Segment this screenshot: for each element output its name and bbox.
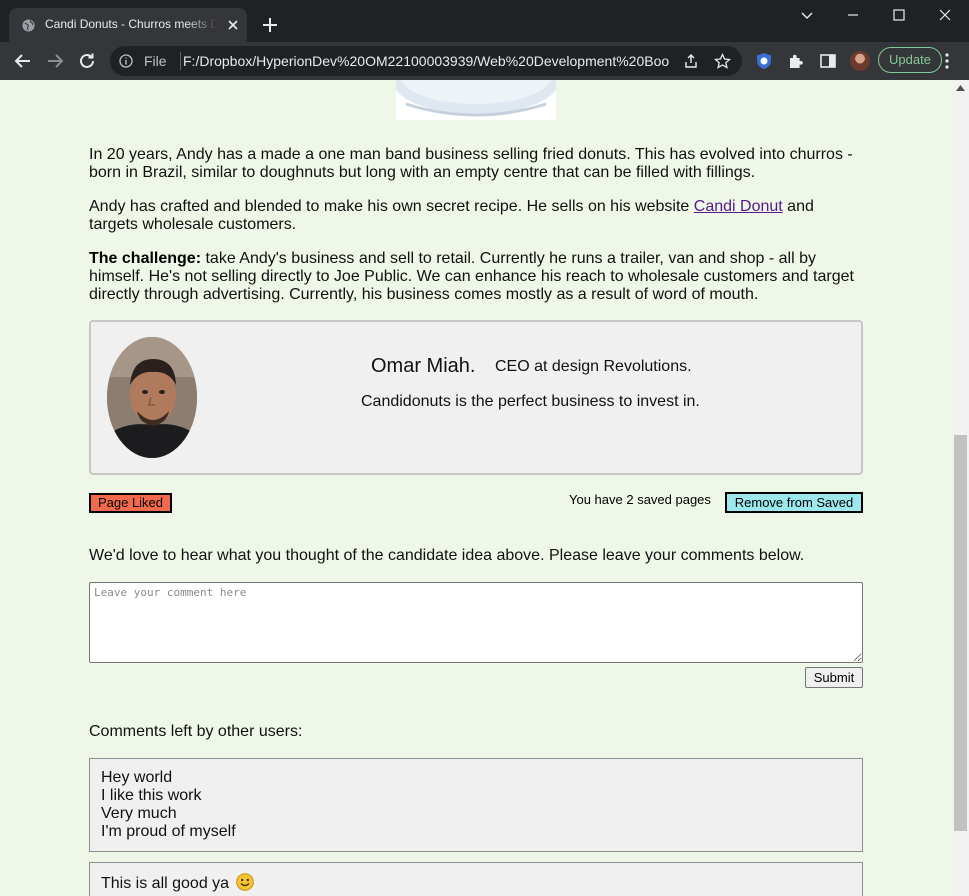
globe-icon — [22, 19, 35, 32]
testimonial-quote: Candidonuts is the perfect business to i… — [361, 393, 700, 410]
bookmark-star-icon[interactable] — [714, 53, 731, 70]
back-arrow-icon[interactable] — [13, 51, 33, 71]
maximize-icon[interactable] — [892, 8, 906, 22]
window-close-icon[interactable] — [938, 8, 952, 22]
comments-heading: Comments left by other users: — [89, 723, 303, 740]
product-image — [396, 80, 556, 120]
minimize-icon[interactable] — [846, 8, 860, 22]
comment-prompt: We'd love to hear what you thought of th… — [89, 547, 805, 564]
browser-toolbar: File F:/Dropbox/HyperionDev%20OM22100003… — [0, 42, 969, 80]
forward-arrow-icon[interactable] — [45, 51, 65, 71]
extension-shield-icon[interactable] — [755, 52, 773, 70]
tab-strip: Candi Donuts - Churros meets Donuts — [0, 0, 969, 42]
testimonial-name: Omar Miah. — [371, 355, 476, 377]
candi-donut-link[interactable]: Candi Donut — [694, 198, 783, 215]
browser-tab[interactable]: Candi Donuts - Churros meets Donuts — [9, 8, 247, 42]
address-bar[interactable]: File F:/Dropbox/HyperionDev%20OM22100003… — [110, 46, 742, 76]
avatar — [107, 337, 197, 458]
page-scrollbar[interactable] — [952, 80, 969, 896]
new-tab-icon[interactable] — [261, 16, 279, 34]
update-button[interactable]: Update — [878, 47, 942, 73]
scrollbar-thumb[interactable] — [954, 435, 967, 831]
reload-icon[interactable] — [77, 51, 97, 71]
comment-line: I'm proud of myself — [101, 823, 236, 840]
comment-line: Hey world — [101, 769, 173, 786]
challenge-text: take Andy's business and sell to retail.… — [89, 250, 854, 303]
page-liked-button[interactable]: Page Liked — [89, 493, 172, 513]
close-tab-icon[interactable] — [225, 17, 241, 33]
testimonial-card: Omar Miah. CEO at design Revolutions. Ca… — [89, 320, 863, 475]
testimonial-role: CEO at design Revolutions. — [495, 358, 692, 375]
recipe-paragraph: Andy has crafted and blended to make his… — [89, 198, 864, 234]
saved-pages-count: You have 2 saved pages — [569, 492, 711, 507]
comment-line: Very much — [101, 805, 177, 822]
comment-line: I like this work — [101, 787, 202, 804]
comment-line: This is all good ya — [101, 875, 230, 892]
url-text[interactable]: F:/Dropbox/HyperionDev%20OM22100003939/W… — [183, 53, 669, 69]
intro-paragraph: In 20 years, Andy has a made a one man b… — [89, 146, 853, 181]
challenge-paragraph: The challenge: take Andy's business and … — [89, 250, 864, 304]
recipe-text: Andy has crafted and blended to make his… — [89, 198, 694, 215]
page-viewport: In 20 years, Andy has a made a one man b… — [0, 80, 952, 896]
share-icon[interactable] — [683, 53, 699, 69]
comment-card: This is all good ya — [89, 862, 863, 896]
more-menu-icon[interactable] — [944, 52, 950, 70]
smiley-emoji-icon — [235, 873, 254, 891]
remove-from-saved-button[interactable]: Remove from Saved — [725, 492, 863, 513]
comment-input[interactable] — [89, 582, 863, 663]
extensions-puzzle-icon[interactable] — [787, 52, 805, 70]
submit-button[interactable]: Submit — [805, 667, 863, 688]
info-icon[interactable] — [119, 54, 133, 68]
side-panel-icon[interactable] — [819, 52, 837, 70]
tab-title: Candi Donuts - Churros meets Donuts — [45, 17, 217, 31]
challenge-label: The challenge: — [89, 250, 202, 267]
scroll-up-arrow-icon[interactable] — [956, 85, 965, 91]
comment-card: Hey world I like this work Very much I'm… — [89, 758, 863, 852]
scheme-label: File — [144, 53, 167, 69]
tab-search-chevron-icon[interactable] — [800, 8, 814, 22]
omnibox-divider — [180, 52, 181, 70]
profile-avatar[interactable] — [850, 51, 870, 71]
